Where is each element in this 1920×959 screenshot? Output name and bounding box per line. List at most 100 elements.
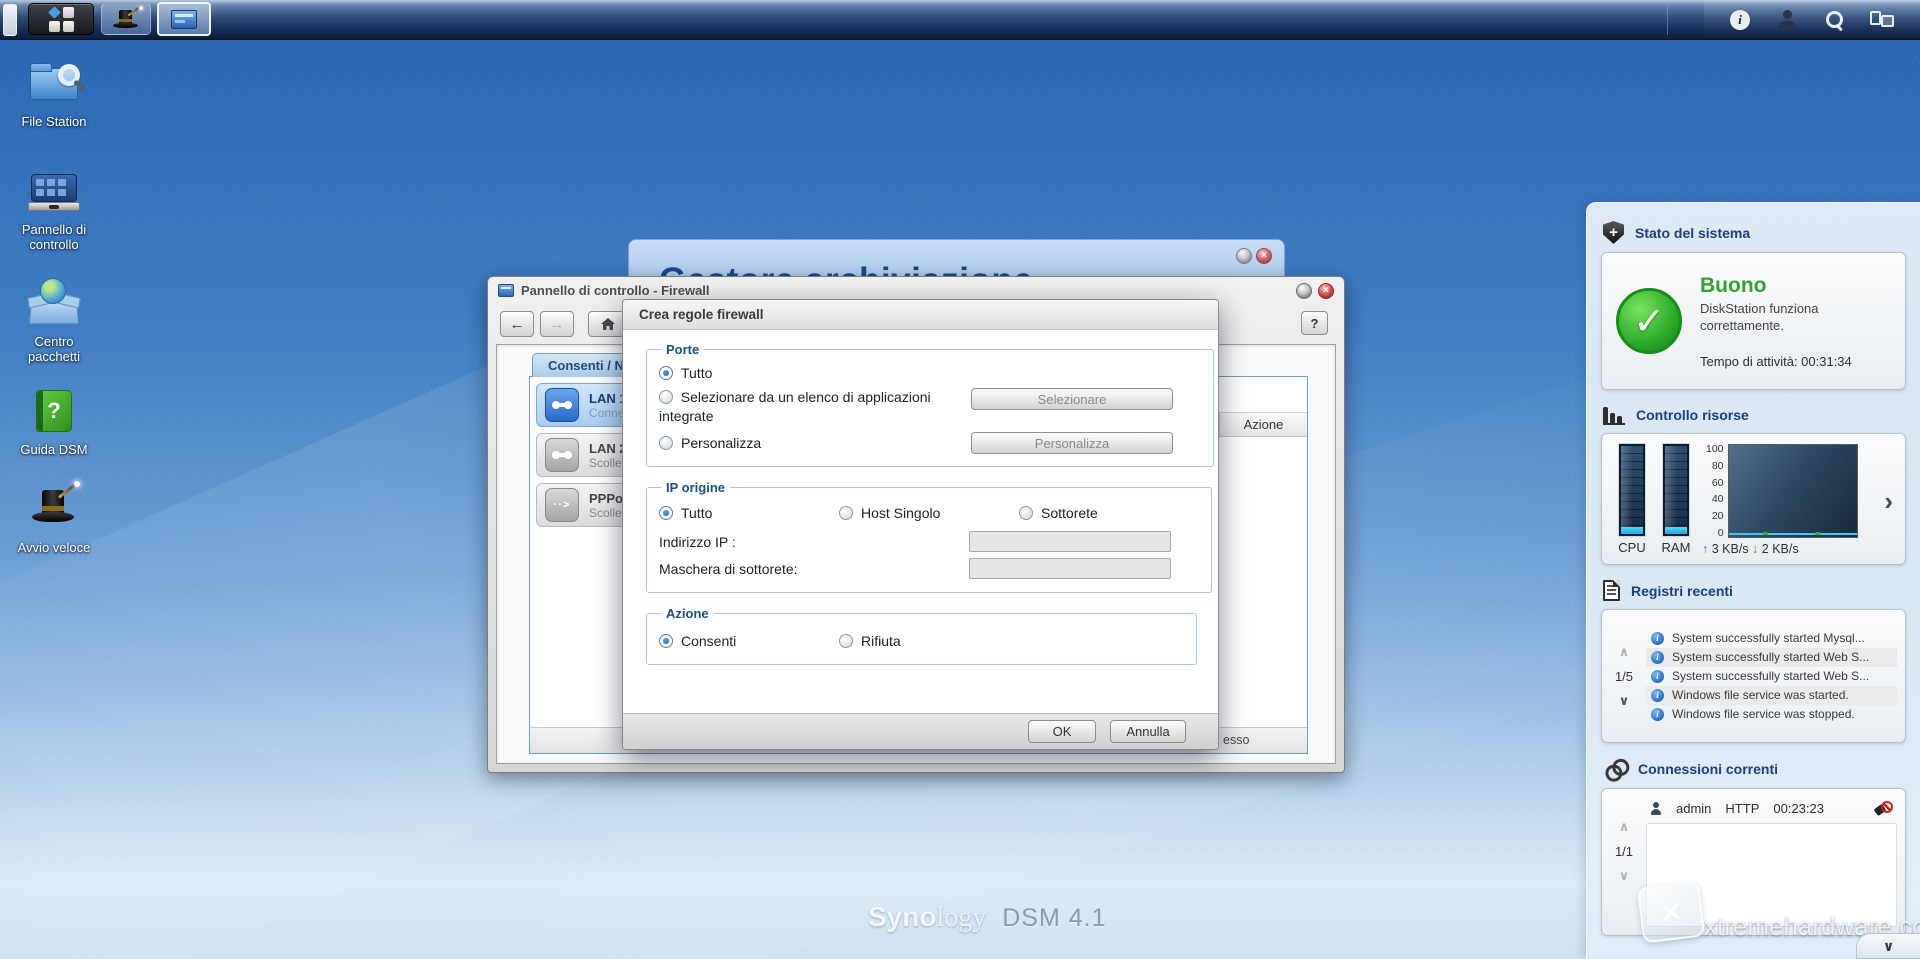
dialog-body: Porte Tutto Selezionare da un elenco di … [623, 330, 1218, 713]
dsm-help-icon: ? [26, 386, 82, 438]
desktop-icon-label: Avvio veloce [17, 540, 91, 555]
ip-single-host-label[interactable]: Host Singolo [861, 505, 940, 521]
status-description: DiskStation funziona correttamente. [1700, 300, 1819, 333]
forward-button[interactable]: → [540, 311, 574, 337]
ip-address-input[interactable] [969, 531, 1171, 552]
search-icon[interactable] [1824, 10, 1844, 30]
logs-pager: ∧ 1/5 ∨ [1602, 644, 1646, 709]
quick-launch-button[interactable] [101, 3, 151, 35]
ports-custom-radio[interactable] [659, 436, 673, 450]
brand-syno: Syno [868, 901, 937, 932]
recent-logs-header: Registri recenti [1587, 574, 1920, 607]
control-panel-task-button[interactable] [157, 2, 211, 36]
widget-title: Connessioni correnti [1638, 761, 1779, 777]
help-button[interactable]: ? [1301, 311, 1328, 335]
info-icon: i [1651, 688, 1664, 702]
desktop-icon-label: Centro pacchetti [27, 334, 81, 364]
download-speed: 2 KB/s [1761, 542, 1799, 556]
disconnect-icon[interactable] [1875, 801, 1893, 815]
package-center-icon [26, 278, 82, 330]
ports-builtin-option[interactable]: Selezionare da un elenco di applicazioni… [659, 388, 971, 426]
log-entry[interactable]: i System successfully started Mysql... [1646, 629, 1897, 648]
home-icon [601, 318, 615, 330]
desktop-icon-dsm-help[interactable]: ? Guida DSM [8, 386, 100, 457]
desktop-icon-package-center[interactable]: Centro pacchetti [8, 278, 100, 364]
log-entry[interactable]: i Windows file service was started. [1646, 685, 1897, 705]
ports-builtin-label[interactable]: Selezionare da un elenco di applicazioni… [659, 389, 931, 424]
ip-subnet-radio[interactable] [1019, 506, 1033, 520]
ip-address-label: Indirizzo IP : [659, 533, 736, 550]
action-deny-radio[interactable] [839, 634, 853, 648]
uptime-text: Tempo di attività: 00:31:34 [1700, 353, 1852, 369]
page-indicator: 1/5 [1614, 668, 1634, 684]
page-down-icon[interactable]: ∨ [1619, 868, 1630, 884]
ports-legend: Porte [666, 342, 700, 357]
column-header-action[interactable]: Azione [1219, 413, 1307, 436]
ip-all-radio[interactable] [659, 506, 673, 520]
sidebar-collapse-tab[interactable]: ∨ [1856, 933, 1920, 959]
desktop-icon-label: Pannello di controllo [21, 222, 87, 252]
page-up-icon[interactable]: ∧ [1619, 819, 1630, 835]
ip-subnet-label[interactable]: Sottorete [1041, 505, 1098, 521]
minimize-button[interactable] [1296, 282, 1312, 299]
document-icon [1603, 580, 1620, 601]
pilot-view-icon[interactable] [1870, 10, 1894, 30]
expand-chevron-icon[interactable]: › [1878, 486, 1899, 517]
info-icon: i [1651, 669, 1664, 683]
ip-single-host-radio[interactable] [839, 506, 853, 520]
ports-all-radio[interactable] [659, 366, 673, 380]
taskbar: i [0, 0, 1920, 40]
recent-logs-card: ∧ 1/5 ∨ i System successfully started My… [1601, 609, 1906, 743]
page-up-icon[interactable]: ∧ [1619, 644, 1630, 660]
log-entry[interactable]: i System successfully started Web S... [1646, 647, 1897, 667]
ports-all-label[interactable]: Tutto [681, 365, 712, 381]
resource-monitor-header: Controllo risorse [1587, 399, 1920, 431]
desktop-icon-label: Guida DSM [20, 442, 88, 457]
connection-row[interactable]: admin HTTP 00:23:23 [1646, 797, 1897, 819]
desktop-icon-quick-start[interactable]: Avvio veloce [8, 480, 100, 555]
ports-custom-label[interactable]: Personalizza [681, 435, 761, 451]
back-button[interactable]: ← [500, 311, 534, 337]
connections-header: Connessioni correnti [1587, 752, 1920, 786]
brand-logy: logy [936, 902, 987, 933]
desktop-icon-control-panel[interactable]: Pannello di controllo [8, 166, 100, 252]
close-icon[interactable]: × [1256, 248, 1272, 264]
log-entry[interactable]: i Windows file service was stopped. [1646, 705, 1897, 724]
info-icon[interactable]: i [1730, 10, 1750, 30]
ip-all-label[interactable]: Tutto [681, 505, 712, 521]
action-deny-label[interactable]: Rifiuta [861, 633, 901, 649]
subnet-mask-input[interactable] [969, 558, 1171, 579]
upload-icon: ↑ [1702, 542, 1709, 556]
cancel-button[interactable]: Annulla [1110, 720, 1186, 743]
main-menu-icon [47, 5, 74, 32]
ok-button[interactable]: OK [1028, 720, 1096, 743]
window-title: Pannello di controllo - Firewall [521, 283, 710, 298]
user-icon[interactable] [1776, 10, 1798, 30]
customize-button[interactable]: Personalizza [971, 432, 1173, 454]
info-icon: i [1651, 650, 1664, 664]
window-icon [498, 284, 514, 297]
connection-time: 00:23:23 [1773, 800, 1824, 816]
log-entry[interactable]: i System successfully started Web S... [1646, 667, 1897, 686]
ram-label: RAM [1661, 540, 1691, 555]
minimize-button[interactable] [1236, 248, 1252, 264]
close-icon[interactable]: × [1318, 282, 1334, 299]
cpu-label: CPU [1618, 540, 1646, 555]
main-menu-button[interactable] [28, 3, 94, 35]
select-apps-button[interactable]: Selezionare [971, 388, 1173, 410]
ports-builtin-radio[interactable] [659, 390, 673, 404]
source-ip-fieldset: IP origine Tutto Host Singolo Sottorete [646, 480, 1212, 593]
page-down-icon[interactable]: ∨ [1619, 693, 1630, 709]
action-allow-radio[interactable] [659, 634, 673, 648]
system-status-card: ✓ Buono DiskStation funziona correttamen… [1601, 252, 1906, 390]
desktop-icon-file-station[interactable]: File Station [8, 58, 100, 129]
action-legend: Azione [666, 606, 709, 621]
page-indicator: 1/1 [1614, 844, 1634, 859]
network-chart [1727, 444, 1858, 538]
show-desktop-button[interactable] [3, 4, 17, 36]
action-fieldset: Azione Consenti Rifiuta [646, 606, 1197, 665]
action-allow-label[interactable]: Consenti [681, 633, 736, 649]
taskbar-right: i [1704, 0, 1920, 40]
dialog-footer: OK Annulla [623, 713, 1218, 749]
cpu-meter [1618, 443, 1646, 537]
